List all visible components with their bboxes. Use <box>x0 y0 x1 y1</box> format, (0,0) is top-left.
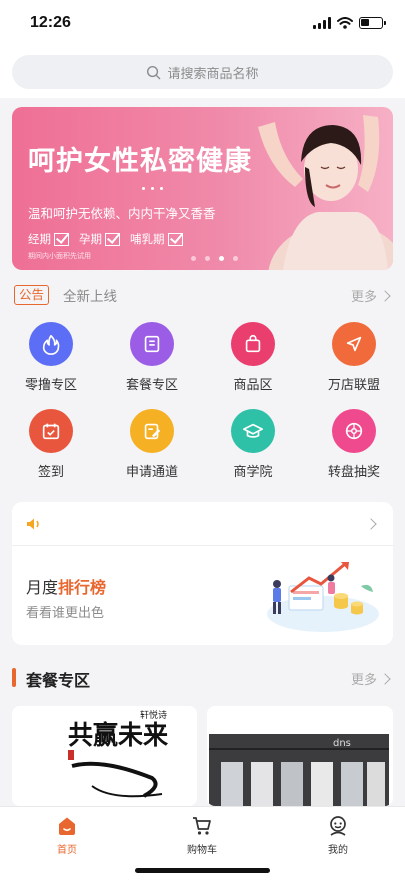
pager-dot[interactable] <box>233 256 238 261</box>
grid-label: 万店联盟 <box>327 378 380 393</box>
signal-icon <box>313 17 331 29</box>
tab-home[interactable]: 首页 <box>27 815 107 856</box>
banner-checks: 经期 孕期 哺乳期 <box>28 231 183 247</box>
banner-pager <box>191 256 238 261</box>
checkbox-icon <box>105 232 120 246</box>
edit-icon <box>130 409 174 453</box>
ranking-title: 月度排行榜 <box>26 574 106 598</box>
tab-label: 我的 <box>328 845 348 856</box>
banner-check-item: 哺乳期 <box>130 231 183 247</box>
store-sign-text: dns <box>333 738 351 749</box>
grid-item-package-zone[interactable]: 套餐专区 <box>112 322 192 393</box>
banner-check-item: 孕期 <box>79 231 120 247</box>
grid-label: 签到 <box>37 465 64 480</box>
wheel-icon <box>332 409 376 453</box>
grid-item-store-alliance[interactable]: 万店联盟 <box>314 322 394 393</box>
banner-footnote: 期间内小面积先试用 <box>28 252 91 260</box>
ranking-title-prefix: 月度 <box>26 578 59 597</box>
package-section-header: 套餐专区 更多 <box>0 664 405 692</box>
ranking-title-highlight: 排行榜 <box>58 578 107 597</box>
tab-profile[interactable]: 我的 <box>298 815 378 856</box>
status-bar: 12:26 <box>0 0 405 48</box>
ranking-illustration <box>267 562 379 632</box>
chevron-right-icon <box>379 672 391 685</box>
calligraphy-small-text: 轩悦诗 <box>140 709 167 721</box>
status-time: 12:26 <box>30 14 71 31</box>
banner-title: 呵护女性私密健康 <box>28 146 252 177</box>
promo-banner[interactable]: 呵护女性私密健康 温和呵护无依赖、内内干净又香香 经期 孕期 哺乳期 期间内小面… <box>12 107 393 270</box>
pager-dot[interactable] <box>191 256 196 261</box>
checkbox-icon <box>167 232 183 246</box>
notice-tag: 公告 <box>14 285 50 305</box>
chevron-right-icon <box>379 289 391 302</box>
grid-label: 套餐专区 <box>125 378 178 393</box>
announcement-row[interactable] <box>12 502 393 546</box>
grid-item-zero-zone[interactable]: 零撸专区 <box>11 322 91 393</box>
search-area: 请搜索商品名称 <box>0 48 405 98</box>
notice-more-link[interactable]: 更多 <box>350 286 391 305</box>
speaker-icon <box>27 518 39 530</box>
notice-bar: 公告 全新上线 更多 <box>0 280 405 310</box>
grid-item-academy[interactable]: 商学院 <box>213 409 293 480</box>
flame-icon <box>29 322 73 366</box>
graduation-cap-icon <box>231 409 275 453</box>
cart-icon <box>193 817 211 835</box>
ranking-card[interactable]: 月度排行榜 看看谁更出色 <box>12 502 393 645</box>
product-card[interactable]: 轩悦诗 共赢未来 <box>12 706 197 806</box>
package-icon <box>130 322 174 366</box>
grid-item-lucky-wheel[interactable]: 转盘抽奖 <box>314 409 394 480</box>
grid-item-goods-zone[interactable]: 商品区 <box>213 322 293 393</box>
navigation-icon <box>332 322 376 366</box>
notice-text[interactable]: 全新上线 <box>63 285 117 305</box>
pager-dot-active[interactable] <box>219 256 224 261</box>
grid-item-checkin[interactable]: 签到 <box>11 409 91 480</box>
home-indicator <box>135 868 270 873</box>
package-product-list: 轩悦诗 共赢未来 dns <box>0 706 405 806</box>
grid-label: 申请通道 <box>125 465 178 480</box>
battery-icon <box>359 17 386 29</box>
search-placeholder: 请搜索商品名称 <box>167 66 259 82</box>
ranking-subtitle: 看看谁更出色 <box>26 606 105 621</box>
section-more-link[interactable]: 更多 <box>350 669 391 688</box>
bag-icon <box>231 322 275 366</box>
banner-woman-image <box>258 115 393 270</box>
grid-label: 零撸专区 <box>24 378 77 393</box>
checkbox-icon <box>54 232 69 246</box>
notice-more-label: 更多 <box>350 290 377 305</box>
wifi-icon <box>337 17 353 29</box>
status-icons <box>313 17 386 29</box>
product-card[interactable]: dns <box>207 706 393 806</box>
home-icon <box>59 817 75 835</box>
calligraphy-big-text: 共赢未来 <box>68 720 169 751</box>
grid-label: 商品区 <box>233 378 273 393</box>
calligraphy-image: 轩悦诗 共赢未来 <box>12 706 197 806</box>
grid-item-apply[interactable]: 申请通道 <box>112 409 192 480</box>
tab-label: 购物车 <box>187 845 217 856</box>
section-more-label: 更多 <box>350 673 377 688</box>
banner-check-item: 经期 <box>28 231 69 247</box>
user-icon <box>330 816 346 836</box>
tab-label: 首页 <box>57 845 77 856</box>
chevron-right-icon <box>365 518 377 530</box>
store-front-image: dns <box>207 706 393 806</box>
section-accent-bar <box>12 668 16 687</box>
grid-label: 转盘抽奖 <box>327 465 380 480</box>
banner-decoration <box>142 187 163 190</box>
bottom-tab-bar: 首页 购物车 我的 <box>0 806 405 887</box>
search-icon <box>147 65 161 79</box>
search-input[interactable]: 请搜索商品名称 <box>12 55 393 89</box>
grid-label: 商学院 <box>233 465 273 480</box>
banner-subtitle: 温和呵护无依赖、内内干净又香香 <box>28 206 216 221</box>
pager-dot[interactable] <box>205 256 210 261</box>
tab-cart[interactable]: 购物车 <box>162 815 242 856</box>
section-title: 套餐专区 <box>26 671 91 690</box>
calendar-check-icon <box>29 409 73 453</box>
